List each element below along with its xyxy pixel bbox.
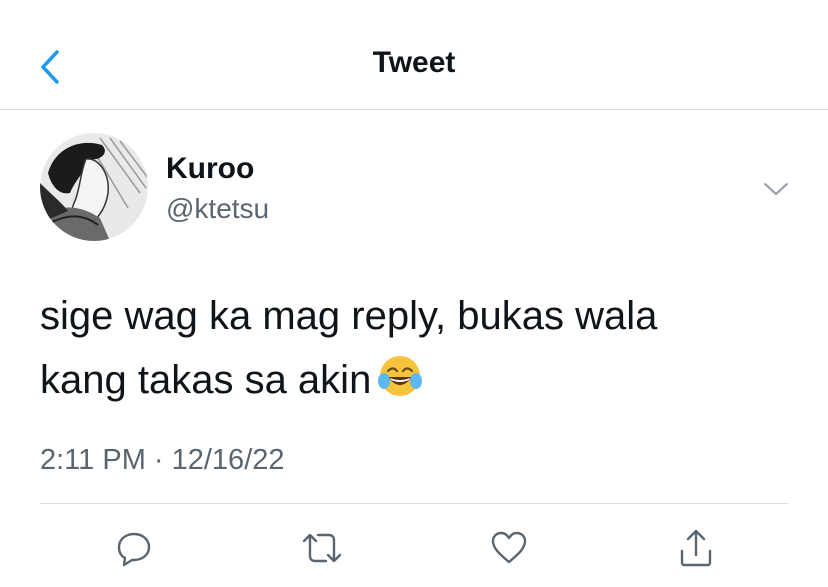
top-bar: Tweet <box>0 0 828 110</box>
share-icon <box>680 529 712 567</box>
share-button[interactable] <box>670 524 722 572</box>
page-title: Tweet <box>372 46 456 79</box>
reply-button[interactable] <box>108 524 160 572</box>
divider <box>40 503 788 504</box>
user-handle[interactable]: @ktetsu <box>166 193 269 225</box>
tweet-text-line-end: kang takas sa akin <box>40 358 372 402</box>
tweet-timestamp: 2:11 PM · 12/16/22 <box>40 444 285 476</box>
like-icon <box>491 531 527 564</box>
retweet-icon <box>302 533 342 563</box>
tweet-text: sige wag ka mag reply, bukas wala kang t… <box>40 284 780 412</box>
tweet-menu-button[interactable] <box>756 174 796 204</box>
avatar[interactable] <box>40 133 148 241</box>
avatar-image <box>40 133 148 241</box>
chevron-down-icon <box>764 183 788 195</box>
tweet-text-line-2: kang takas sa akin <box>40 348 780 412</box>
tears-of-joy-emoji-icon <box>378 356 423 396</box>
reply-icon <box>117 532 151 567</box>
like-button[interactable] <box>483 524 535 572</box>
display-name[interactable]: Kuroo <box>166 152 254 186</box>
tweet-text-line: sige wag ka mag reply, bukas wala <box>40 294 658 338</box>
retweet-button[interactable] <box>296 524 348 572</box>
